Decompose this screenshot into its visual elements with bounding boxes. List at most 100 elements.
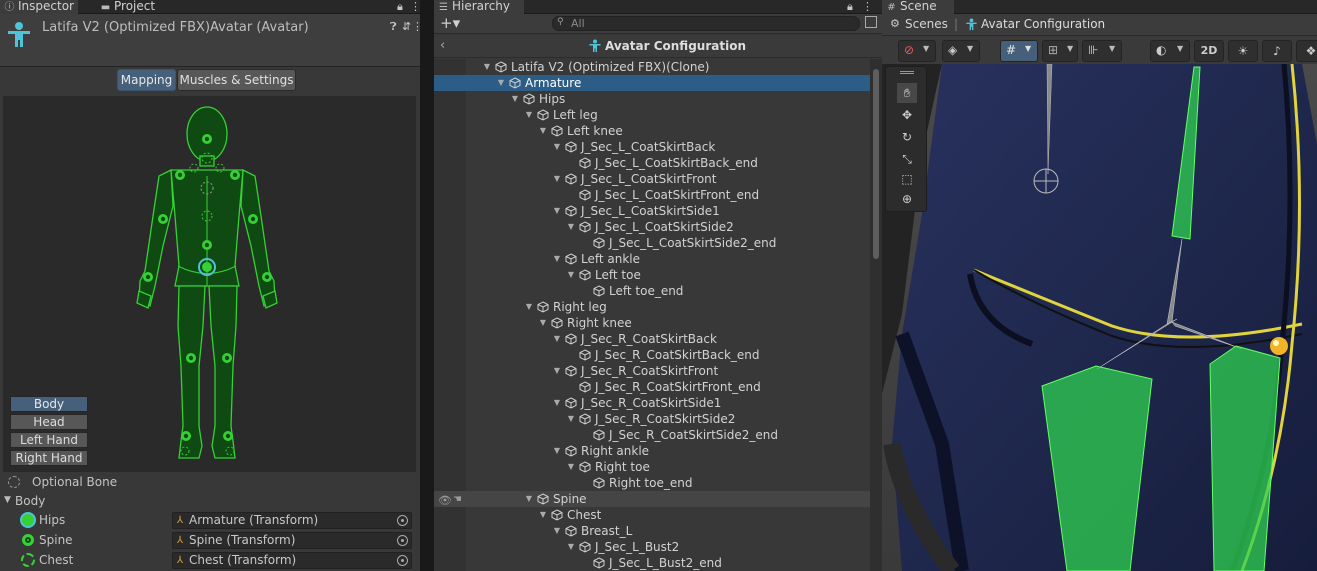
hierarchy-row[interactable]: ▼ J_Sec_L_CoatSkirtSide2 <box>434 219 870 235</box>
breadcrumb-avatar-configuration[interactable]: Avatar Configuration <box>981 17 1105 31</box>
hierarchy-row[interactable]: ▼ J_Sec_L_CoatSkirtSide1 <box>434 203 870 219</box>
expand-arrow-icon[interactable]: ▼ <box>538 123 548 139</box>
body-section-label[interactable]: Body <box>15 494 45 508</box>
muscles-settings-button[interactable]: Muscles & Settings <box>177 69 296 91</box>
hierarchy-row[interactable]: ▼ Latifa V2 (Optimized FBX)(Clone) <box>434 59 870 75</box>
expand-arrow-icon[interactable]: ▼ <box>496 75 506 91</box>
lock-icon[interactable]: 🔒︎ <box>397 0 403 14</box>
visibility-dropdown[interactable]: ◐ ▼ <box>1150 40 1190 62</box>
hierarchy-row[interactable]: J_Sec_L_CoatSkirtFront_end <box>434 187 870 203</box>
hierarchy-row[interactable]: ▼ Hips <box>434 91 870 107</box>
overlay-drag-handle-icon[interactable] <box>900 71 914 74</box>
expand-arrow-icon[interactable]: ▼ <box>566 411 576 427</box>
hierarchy-row[interactable]: ▼ Left toe <box>434 267 870 283</box>
object-picker-icon[interactable] <box>397 535 408 546</box>
hierarchy-row[interactable]: ▼ J_Sec_L_CoatSkirtBack <box>434 139 870 155</box>
expand-arrow-icon[interactable]: ▼ <box>552 171 562 187</box>
expand-arrow-icon[interactable]: ▼ <box>482 59 492 75</box>
expand-arrow-icon[interactable]: ▼ <box>538 315 548 331</box>
hand-tool-icon[interactable]: ✋︎ <box>897 83 917 103</box>
preset-icon[interactable]: ⇵ <box>402 20 411 33</box>
add-icon[interactable]: +▾ <box>440 14 460 32</box>
search-input[interactable]: ⚲ All <box>552 16 860 31</box>
hierarchy-row[interactable]: ▼ Left ankle <box>434 251 870 267</box>
object-picker-icon[interactable] <box>397 515 408 526</box>
lock-icon[interactable]: 🔒︎ <box>847 0 853 14</box>
expand-arrow-icon[interactable]: ▼ <box>552 363 562 379</box>
rect-tool-icon[interactable]: ⬚ <box>897 169 917 189</box>
hierarchy-row[interactable]: ▼ Right leg <box>434 299 870 315</box>
draw-mode-dropdown[interactable]: ⊘ ▼ <box>898 40 936 62</box>
pickability-hand-icon[interactable]: ☚ <box>453 494 462 505</box>
hierarchy-row[interactable]: ▼ J_Sec_L_Bust2 <box>434 539 870 555</box>
visibility-eye-icon[interactable]: 👁︎ <box>438 494 452 507</box>
shading-dropdown[interactable]: ◈ ▼ <box>942 40 980 62</box>
hierarchy-scrollbar[interactable] <box>870 59 882 571</box>
body-part-body-button[interactable]: Body <box>10 396 88 412</box>
transform-tool-icon[interactable]: ⊕ <box>897 189 917 209</box>
expand-arrow-icon[interactable]: ▼ <box>510 91 520 107</box>
effects-toggle-icon[interactable]: ❖ <box>1296 40 1317 62</box>
expand-arrow-icon[interactable]: ▼ <box>566 219 576 235</box>
tab-hierarchy[interactable]: ☰ Hierarchy <box>434 0 524 14</box>
breadcrumb-scenes[interactable]: Scenes <box>905 17 948 31</box>
expand-arrow-icon[interactable]: ▼ <box>552 331 562 347</box>
move-tool-icon[interactable]: ✥ <box>897 105 917 125</box>
snap-settings-dropdown[interactable]: ⊪ ▼ <box>1082 40 1122 62</box>
hierarchy-row[interactable]: ▼ Right knee <box>434 315 870 331</box>
scene-viewport[interactable]: ✋︎ ✥ ↻ ⤡ ⬚ ⊕ <box>882 64 1317 571</box>
help-icon[interactable]: ❓︎ <box>390 20 397 34</box>
hierarchy-row[interactable]: J_Sec_L_Bust2_end <box>434 555 870 571</box>
hierarchy-row[interactable]: ▼ J_Sec_R_CoatSkirtBack <box>434 331 870 347</box>
body-part-left-hand-button[interactable]: Left Hand <box>10 432 88 448</box>
hierarchy-row[interactable]: ▼ J_Sec_L_CoatSkirtFront <box>434 171 870 187</box>
kebab-menu-icon[interactable]: ⋮ <box>862 0 873 13</box>
rotate-tool-icon[interactable]: ↻ <box>897 127 917 147</box>
back-arrow-icon[interactable]: ‹ <box>440 38 445 53</box>
chest-transform-field[interactable]: ⅄ Chest (Transform) <box>172 552 412 569</box>
hierarchy-row[interactable]: ▼ Left leg <box>434 107 870 123</box>
hips-transform-field[interactable]: ⅄ Armature (Transform) <box>172 512 412 529</box>
hierarchy-row[interactable]: J_Sec_R_CoatSkirtBack_end <box>434 347 870 363</box>
mapping-button[interactable]: Mapping <box>117 69 176 91</box>
hierarchy-row[interactable]: Left toe_end <box>434 283 870 299</box>
hierarchy-row[interactable]: J_Sec_L_CoatSkirtBack_end <box>434 155 870 171</box>
expand-arrow-icon[interactable]: ▼ <box>552 443 562 459</box>
lighting-toggle-icon[interactable]: ☀ <box>1228 40 1258 62</box>
hierarchy-row[interactable]: ▼ Right ankle <box>434 443 870 459</box>
expand-arrow-icon[interactable]: ▼ <box>552 523 562 539</box>
object-picker-icon[interactable] <box>397 555 408 566</box>
hierarchy-row[interactable]: ▼ Right toe <box>434 459 870 475</box>
expand-arrow-icon[interactable]: ▼ <box>552 139 562 155</box>
hierarchy-row[interactable]: ▼ J_Sec_R_CoatSkirtFront <box>434 363 870 379</box>
body-part-head-button[interactable]: Head <box>10 414 88 430</box>
expand-arrow-icon[interactable]: ▼ <box>566 267 576 283</box>
expand-arrow-icon[interactable]: ▼ <box>524 107 534 123</box>
audio-toggle-icon[interactable]: ♪ <box>1262 40 1292 62</box>
body-foldout-arrow-icon[interactable]: ▼ <box>4 495 11 505</box>
hierarchy-row[interactable]: ▼ J_Sec_R_CoatSkirtSide1 <box>434 395 870 411</box>
hierarchy-row[interactable]: ▼ Chest <box>434 507 870 523</box>
tab-scene[interactable]: # Scene <box>882 0 954 14</box>
expand-arrow-icon[interactable]: ▼ <box>552 395 562 411</box>
expand-arrow-icon[interactable]: ▼ <box>524 491 534 507</box>
component-menu-icon[interactable]: ⋮ <box>412 20 420 33</box>
expand-arrow-icon[interactable]: ▼ <box>552 251 562 267</box>
hierarchy-row[interactable]: ▼ J_Sec_R_CoatSkirtSide2 <box>434 411 870 427</box>
scrollbar-thumb[interactable] <box>873 69 879 259</box>
tab-project[interactable]: ▬ Project <box>96 0 176 14</box>
expand-arrow-icon[interactable]: ▼ <box>552 203 562 219</box>
expand-arrow-icon[interactable]: ▼ <box>538 507 548 523</box>
grid-snap-toggle[interactable]: # ▼ <box>1000 40 1038 62</box>
body-part-right-hand-button[interactable]: Right Hand <box>10 450 88 466</box>
expand-arrow-icon[interactable]: ▼ <box>566 459 576 475</box>
toggle-2d-button[interactable]: 2D <box>1194 40 1224 62</box>
hierarchy-row[interactable]: ▼ Breast_L <box>434 523 870 539</box>
hierarchy-row[interactable]: J_Sec_R_CoatSkirtSide2_end <box>434 427 870 443</box>
kebab-menu-icon[interactable]: ⋮ <box>410 0 420 13</box>
hierarchy-row[interactable]: J_Sec_R_CoatSkirtFront_end <box>434 379 870 395</box>
hierarchy-row[interactable]: ▼ Spine <box>434 491 870 507</box>
hierarchy-row[interactable]: Right toe_end <box>434 475 870 491</box>
hierarchy-row[interactable]: ▼ Left knee <box>434 123 870 139</box>
expand-arrow-icon[interactable]: ▼ <box>524 299 534 315</box>
